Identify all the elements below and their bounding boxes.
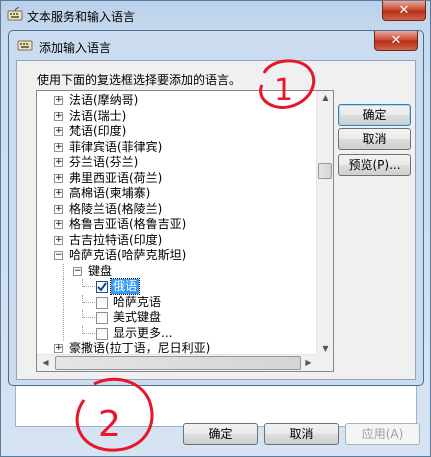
dialog-cancel-button[interactable]: 取消 [338, 128, 411, 150]
tree-language-item[interactable]: + 芬兰语(芬兰) [37, 155, 315, 170]
dialog-ok-button[interactable]: 确定 [338, 104, 411, 126]
tree-keyboard-item[interactable]: 显示更多... [37, 326, 315, 341]
instruction-text: 使用下面的复选框选择要添加的语言。 [37, 73, 242, 87]
horizontal-scroll-thumb[interactable] [55, 356, 301, 370]
tree-language-item[interactable]: + 高棉语(柬埔寨) [37, 186, 315, 201]
apply-button[interactable]: 应用(A) [345, 423, 420, 445]
dialog-title: 添加输入语言 [39, 41, 112, 55]
language-checkbox[interactable] [96, 312, 108, 324]
tree-item-label: 格陵兰语(格陵兰) [69, 202, 163, 216]
tree-item-label: 显示更多... [113, 326, 173, 340]
tree-item-label: 梵语(印度) [69, 124, 127, 138]
tree-language-item[interactable]: + 弗里西亚语(荷兰) [37, 171, 315, 186]
expand-icon[interactable]: + [54, 127, 63, 136]
scroll-down-icon[interactable]: ▼ [317, 344, 333, 353]
tree-item-label: 哈萨克语(哈萨克斯坦) [69, 248, 187, 262]
tree-item-label: 键盘 [88, 264, 113, 278]
expand-icon[interactable]: + [54, 112, 63, 121]
tree-language-item[interactable]: + 法语(瑞士) [37, 109, 315, 124]
ok-button[interactable]: 确定 [183, 423, 258, 445]
checkmark-icon [97, 282, 107, 292]
language-checkbox[interactable] [96, 328, 108, 340]
tree-language-item[interactable]: + 菲律宾语(菲律宾) [37, 140, 315, 155]
dialog-close-button[interactable]: ✕ [374, 31, 418, 51]
add-input-language-dialog: 添加输入语言 ✕ 使用下面的复选框选择要添加的语言。 + 法语(摩纳哥) + 法语(瑞… [8, 30, 424, 386]
tree-guide-line [63, 264, 65, 279]
expand-icon[interactable]: + [54, 236, 63, 245]
tree-language-item[interactable]: − 哈萨克语(哈萨克斯坦) [37, 248, 315, 263]
expand-icon[interactable]: + [54, 143, 63, 152]
tree-language-item[interactable]: + 格陵兰语(格陵兰) [37, 202, 315, 217]
tree-guide-line [83, 317, 95, 319]
dialog-client-area: 使用下面的复选框选择要添加的语言。 + 法语(摩纳哥) + 法语(瑞士) + 梵语(印度)… [16, 60, 416, 380]
keyboard-icon [7, 7, 23, 21]
tree-guide-line [83, 286, 95, 288]
dialog-titlebar: 添加输入语言 ✕ [9, 31, 423, 59]
scroll-up-icon[interactable]: ▲ [317, 93, 333, 102]
tree-item-label: 弗里西亚语(荷兰) [69, 171, 163, 185]
tree-item-label: 高棉语(柬埔寨) [69, 186, 151, 200]
window-title: 文本服务和输入语言 [27, 10, 136, 24]
language-checkbox[interactable] [96, 297, 108, 309]
tree-item-label: 芬兰语(芬兰) [69, 155, 139, 169]
tree-item-label: 古吉拉特语(印度) [69, 233, 163, 247]
tree-keyboard-item[interactable]: 哈萨克语 [37, 295, 315, 310]
expand-icon[interactable]: + [54, 158, 63, 167]
tree-item-label: 俄语 [109, 278, 141, 295]
horizontal-scrollbar[interactable]: ◀ ▶ [37, 354, 317, 371]
tree-language-item[interactable]: + 格鲁吉亚语(格鲁吉亚) [37, 217, 315, 232]
tree-category-item[interactable]: − 键盘 [37, 264, 315, 279]
tree-guide-line [83, 302, 95, 304]
vertical-scrollbar[interactable]: ▲ ▼ [316, 91, 333, 355]
scroll-corner [316, 354, 333, 371]
vertical-scroll-thumb[interactable] [318, 163, 332, 179]
tree-keyboard-item[interactable]: 美式键盘 [37, 310, 315, 325]
expand-icon[interactable]: + [54, 205, 63, 214]
tree-language-item[interactable]: + 法语(摩纳哥) [37, 93, 315, 108]
tree-item-label: 美式键盘 [113, 310, 162, 324]
collapse-icon[interactable]: − [73, 267, 82, 276]
expand-icon[interactable]: + [54, 344, 63, 353]
tree-item-label: 法语(摩纳哥) [69, 93, 139, 107]
expand-icon[interactable]: + [54, 96, 63, 105]
tree-guide-line [63, 295, 65, 310]
settings-panel [15, 385, 417, 427]
expand-icon[interactable]: + [54, 174, 63, 183]
tree-item-label: 菲律宾语(菲律宾) [69, 140, 163, 154]
scroll-left-icon[interactable]: ◀ [37, 358, 54, 367]
tree-keyboard-item[interactable]: 俄语 [37, 278, 315, 295]
scroll-right-icon[interactable]: ▶ [300, 358, 317, 367]
expand-icon[interactable]: + [54, 220, 63, 229]
expand-icon[interactable]: + [54, 189, 63, 198]
tree-item-label: 法语(瑞士) [69, 109, 127, 123]
collapse-icon[interactable]: − [54, 251, 63, 260]
window-close-button[interactable]: ✕ [382, 1, 426, 21]
tree-guide-line [83, 333, 95, 335]
tree-guide-line [63, 326, 65, 341]
preview-button[interactable]: 预览(P)... [338, 154, 411, 176]
tree-item-label: 格鲁吉亚语(格鲁吉亚) [69, 217, 187, 231]
cancel-button[interactable]: 取消 [264, 423, 339, 445]
tree-guide-line [63, 279, 65, 294]
language-tree[interactable]: + 法语(摩纳哥) + 法语(瑞士) + 梵语(印度) + 菲律宾语(菲律宾) + 芬兰语(芬兰)… [36, 90, 334, 372]
tree-language-item[interactable]: + 古吉拉特语(印度) [37, 233, 315, 248]
language-checkbox[interactable] [96, 281, 108, 293]
tree-item-label: 哈萨克语 [113, 295, 162, 309]
tree-guide-line [63, 310, 65, 325]
tree-language-item[interactable]: + 梵语(印度) [37, 124, 315, 139]
keyboard-icon [17, 40, 33, 51]
